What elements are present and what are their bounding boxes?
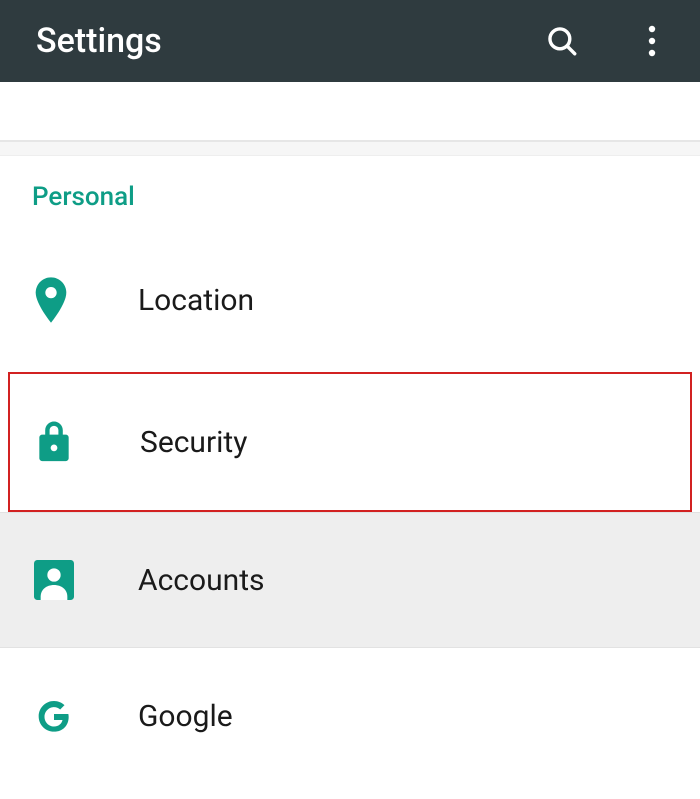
app-bar: Settings bbox=[0, 0, 700, 82]
search-icon bbox=[545, 24, 579, 58]
lock-icon bbox=[36, 420, 72, 464]
settings-item-location[interactable]: Location bbox=[0, 232, 700, 368]
settings-item-label: Accounts bbox=[138, 563, 265, 598]
settings-item-label: Google bbox=[138, 699, 233, 734]
google-icon bbox=[34, 696, 74, 736]
settings-item-label: Security bbox=[140, 425, 247, 460]
icon-slot bbox=[34, 277, 138, 323]
location-icon bbox=[34, 277, 68, 323]
icon-slot bbox=[34, 696, 138, 736]
more-vert-icon bbox=[648, 25, 656, 57]
settings-item-google[interactable]: Google bbox=[0, 648, 700, 784]
overflow-menu-button[interactable] bbox=[632, 21, 672, 61]
page-title: Settings bbox=[36, 21, 542, 61]
settings-item-label: Location bbox=[138, 283, 254, 318]
appbar-actions bbox=[542, 21, 672, 61]
account-icon bbox=[34, 560, 74, 600]
settings-item-security[interactable]: Security bbox=[10, 374, 690, 510]
highlight-box: Security bbox=[8, 372, 692, 512]
divider bbox=[0, 142, 700, 156]
settings-item-accounts[interactable]: Accounts bbox=[0, 512, 700, 648]
search-button[interactable] bbox=[542, 21, 582, 61]
top-spacer bbox=[0, 82, 700, 142]
section-header-personal: Personal bbox=[0, 156, 700, 232]
icon-slot bbox=[36, 420, 140, 464]
icon-slot bbox=[34, 560, 138, 600]
